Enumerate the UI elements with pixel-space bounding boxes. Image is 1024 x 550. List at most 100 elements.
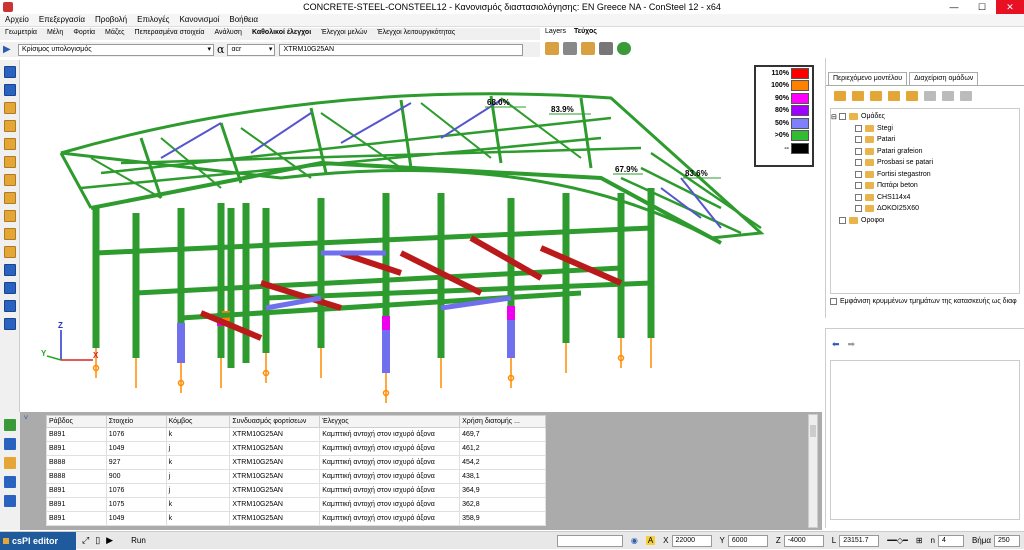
tab-model-content[interactable]: Περιεχόμενο μοντέλου	[828, 72, 908, 85]
box-icon[interactable]	[4, 174, 16, 186]
tree-node[interactable]: Stegi	[831, 123, 1019, 135]
tab-analysis[interactable]: Ανάλυση	[209, 28, 246, 40]
box-icon[interactable]	[4, 246, 16, 258]
table-row[interactable]: B891 1076 j XTRM10G25AN Καμπτική αντοχή στον…	[46, 483, 546, 498]
document-icon[interactable]: ▯	[95, 535, 100, 546]
tree-node[interactable]: Patari grafeion	[831, 146, 1019, 158]
column-header[interactable]: Στοιχείο	[105, 415, 167, 428]
tree-node[interactable]: Fortisi stegastron	[831, 169, 1019, 181]
checkbox[interactable]	[855, 147, 862, 155]
link-icon[interactable]	[924, 91, 936, 101]
z-coordinate-field[interactable]: -4000	[783, 534, 824, 547]
back-arrow-icon[interactable]: ⬅	[832, 339, 840, 350]
copy-icon[interactable]	[4, 438, 16, 450]
column-header[interactable]: Έλεγχος	[319, 415, 461, 428]
menu-help[interactable]: Βοήθεια	[224, 14, 263, 26]
tree-node-groups[interactable]: ⊟ Ομάδες	[831, 111, 1019, 123]
list-icon[interactable]	[960, 91, 972, 101]
close-button[interactable]: ✕	[996, 0, 1024, 14]
tab-masses[interactable]: Μάζες	[100, 28, 129, 40]
forward-arrow-icon[interactable]: ➡	[848, 339, 856, 350]
tree-node[interactable]: ΔΟΚΟΙ25X60	[831, 203, 1019, 215]
menu-edit[interactable]: Επεξεργασία	[34, 14, 90, 26]
snap-icon[interactable]: A	[645, 536, 656, 545]
box-icon[interactable]	[4, 228, 16, 240]
table-row[interactable]: B891 1075 k XTRM10G25AN Καμπτική αντοχή στον…	[46, 497, 546, 512]
step-field[interactable]: 250	[994, 534, 1020, 547]
box-icon[interactable]	[4, 138, 16, 150]
cspi-editor-button[interactable]: csPI editor	[0, 531, 77, 550]
box-icon[interactable]	[4, 120, 16, 132]
box-icon[interactable]	[4, 192, 16, 204]
folder-icon[interactable]	[870, 91, 882, 101]
grid-icon[interactable]	[599, 42, 613, 55]
view-icon[interactable]	[563, 42, 577, 55]
play-icon[interactable]: ▶	[106, 535, 113, 546]
y-coordinate-field[interactable]: 6000	[727, 534, 768, 547]
maximize-button[interactable]: ☐	[968, 0, 996, 14]
folder-add-icon[interactable]	[888, 91, 900, 101]
folder-icon[interactable]	[581, 42, 595, 55]
slider-icon[interactable]: ━━◇━	[887, 536, 908, 545]
show-hidden-parts-option[interactable]: Εμφάνιση κρυμμένων τμημάτων της κατασκευ…	[830, 298, 1020, 305]
check-icon[interactable]	[4, 419, 16, 431]
tree-node-floors[interactable]: Οροφοι	[831, 215, 1019, 227]
view-icon[interactable]	[4, 282, 16, 294]
save-icon[interactable]	[4, 66, 16, 78]
command-field[interactable]	[556, 534, 623, 547]
divisions-field[interactable]: 4	[937, 534, 964, 547]
tab-global-checks[interactable]: Καθολικοί έλεγχοι	[247, 28, 316, 40]
new-group-icon[interactable]	[852, 91, 864, 101]
undo-icon[interactable]	[4, 84, 16, 96]
checkbox[interactable]	[855, 193, 862, 201]
checkbox[interactable]	[830, 298, 837, 305]
tab-document[interactable]: Τεύχος	[574, 28, 597, 35]
tab-serviceability-checks[interactable]: Έλεγχοι λειτουργικότητας	[372, 28, 460, 40]
view-icon[interactable]	[4, 318, 16, 330]
lock-icon[interactable]: ⊞	[916, 536, 923, 545]
tab-layers[interactable]: Layers	[545, 28, 566, 35]
folder-star-icon[interactable]	[906, 91, 918, 101]
checkbox[interactable]	[855, 205, 862, 213]
delete-icon[interactable]	[942, 91, 954, 101]
table-row[interactable]: B888 900 j XTRM10G25AN Καμπτική αντοχή στον …	[46, 469, 546, 484]
table-row[interactable]: B891 1049 j XTRM10G25AN Καμπτική αντοχή στον…	[46, 441, 546, 456]
new-group-icon[interactable]	[834, 91, 846, 101]
tab-members[interactable]: Μέλη	[42, 28, 68, 40]
tab-geometry[interactable]: Γεωμετρία	[0, 28, 42, 40]
x-coordinate-field[interactable]: 22000	[671, 534, 712, 547]
menu-options[interactable]: Επιλογές	[132, 14, 174, 26]
length-field[interactable]: 23151.7	[839, 534, 880, 547]
table-row[interactable]: B888 927 k XTRM10G25AN Καμπτική αντοχή στον …	[46, 455, 546, 470]
minimize-button[interactable]: —	[940, 0, 968, 14]
edit-icon[interactable]	[4, 457, 16, 469]
refresh-icon[interactable]	[617, 42, 631, 55]
globe-icon[interactable]: ◉	[631, 536, 638, 545]
tab-group-management[interactable]: Διαχείριση ομάδων	[909, 72, 979, 85]
tab-member-checks[interactable]: Έλεγχοι μελών	[316, 28, 372, 40]
box-icon[interactable]	[4, 156, 16, 168]
box-icon[interactable]	[4, 102, 16, 114]
play-icon[interactable]: ▶	[3, 44, 15, 56]
checkbox[interactable]	[855, 159, 862, 167]
results-scrollbar[interactable]	[808, 414, 818, 528]
table-icon[interactable]	[4, 476, 16, 488]
checkbox[interactable]	[855, 170, 862, 178]
column-header[interactable]: Ράβδος	[46, 415, 107, 428]
load-combination-field[interactable]: XTRM10G25AN	[279, 43, 524, 56]
view-icon[interactable]	[4, 300, 16, 312]
checkbox[interactable]	[855, 182, 862, 190]
checkbox[interactable]	[855, 124, 862, 132]
column-header[interactable]: Κόμβος	[165, 415, 231, 428]
tree-node[interactable]: Prosbasi se patari	[831, 157, 1019, 169]
column-header[interactable]: Χρήση διατομής ...	[459, 415, 546, 428]
menu-file[interactable]: Αρχείο	[0, 14, 34, 26]
export-icon[interactable]	[4, 495, 16, 507]
table-row[interactable]: B891 1049 k XTRM10G25AN Καμπτική αντοχή στον…	[46, 511, 546, 526]
tab-loads[interactable]: Φορτία	[68, 28, 100, 40]
calculation-select[interactable]: Κρίσιμος υπολογισμός	[18, 43, 214, 56]
view-icon[interactable]	[4, 264, 16, 276]
run-label[interactable]: Run	[131, 536, 146, 545]
checkbox[interactable]	[839, 113, 846, 121]
alpha-select[interactable]: αcr	[227, 43, 276, 56]
